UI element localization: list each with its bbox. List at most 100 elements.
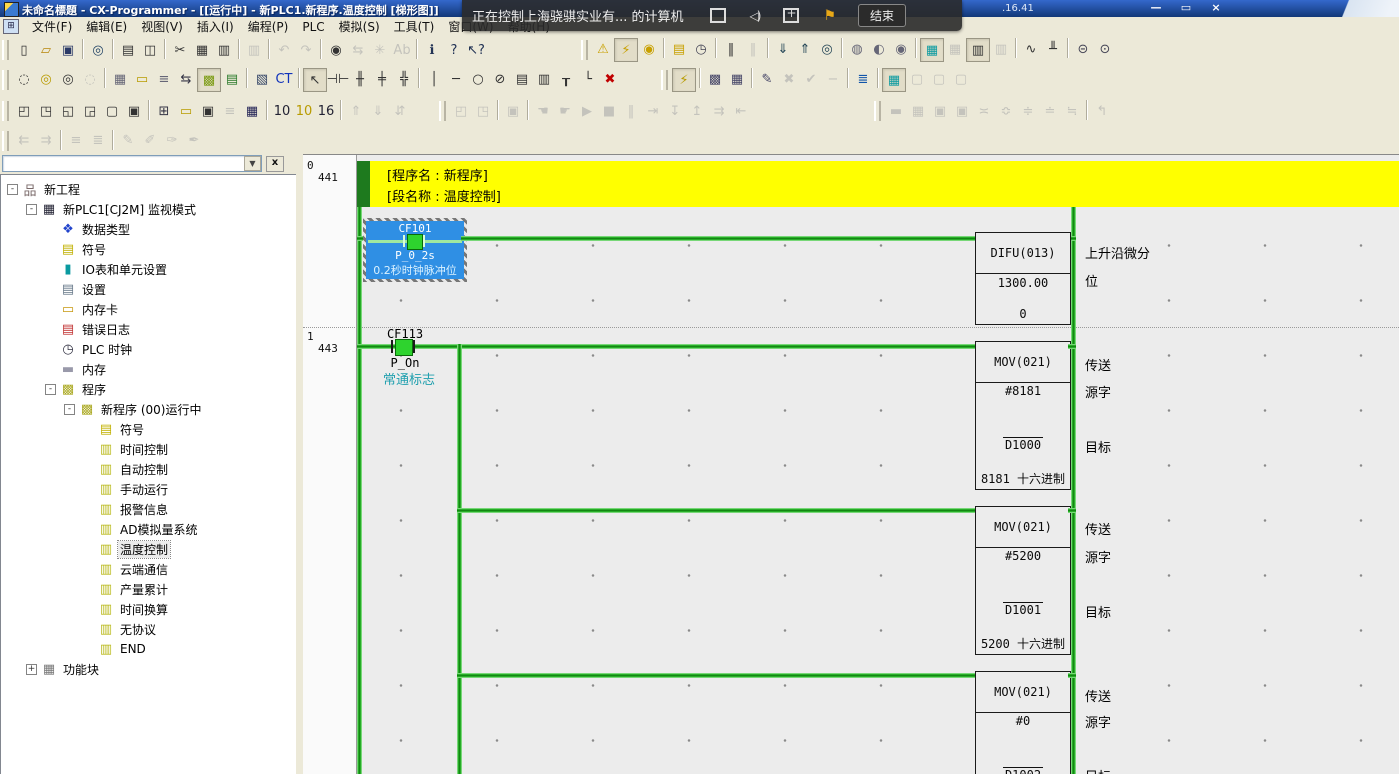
help-icon[interactable]: ? bbox=[443, 39, 465, 61]
upload-from-plc-icon[interactable]: ⇑ bbox=[794, 38, 816, 60]
tree-expander[interactable]: - bbox=[26, 204, 37, 215]
signed-decimal-monitor-icon[interactable]: 10 bbox=[293, 100, 315, 122]
watch-monitor-icon[interactable]: ▦ bbox=[882, 68, 906, 92]
tree-item-section-yield-total[interactable]: ▥ 产量累计 bbox=[1, 579, 297, 599]
pin-icon[interactable]: ⚑ bbox=[823, 8, 836, 24]
cut-icon[interactable]: ✂ bbox=[169, 39, 191, 61]
select-mode-icon[interactable]: ↖ bbox=[303, 68, 327, 92]
contact-cf113[interactable] bbox=[395, 339, 413, 356]
mode-run-icon[interactable]: ◉ bbox=[890, 38, 912, 60]
monitor-window-icon[interactable]: ▦ bbox=[920, 38, 944, 62]
print-icon[interactable]: ▤ bbox=[117, 39, 139, 61]
tree-item-function-blocks[interactable]: + ▦ 功能块 bbox=[1, 659, 297, 679]
new-or-contact-icon[interactable]: ╪ bbox=[371, 68, 393, 90]
cascade-window-icon[interactable]: ◰ bbox=[13, 100, 35, 122]
tree-item-project[interactable]: - 品 新工程 bbox=[1, 179, 297, 199]
watch-window-icon[interactable]: ▥ bbox=[966, 38, 990, 62]
print-report-icon[interactable]: ◎ bbox=[87, 39, 109, 61]
tree-item-plc[interactable]: - ▦ 新PLC1[CJ2M] 监视模式 bbox=[1, 199, 297, 219]
tree-item-section-time-convert[interactable]: ▥ 时间换算 bbox=[1, 599, 297, 619]
mnemonic-view-icon[interactable]: ▤ bbox=[221, 68, 243, 90]
tree-item-data-types[interactable]: ❖ 数据类型 bbox=[1, 219, 297, 239]
tree-expander[interactable]: - bbox=[45, 384, 56, 395]
cycle-time-icon[interactable]: ∿ bbox=[1020, 38, 1042, 60]
menu-insert[interactable]: 插入(I) bbox=[190, 19, 241, 35]
decimal-monitor-icon[interactable]: 10 bbox=[271, 100, 293, 122]
window-v-icon[interactable]: ◲ bbox=[79, 100, 101, 122]
io-compare-icon[interactable]: ⇆ bbox=[175, 68, 197, 90]
tree-expander[interactable]: - bbox=[64, 404, 75, 415]
mode-program-icon[interactable]: ◍ bbox=[846, 38, 868, 60]
begin-online-edit-icon[interactable]: ✎ bbox=[756, 68, 778, 90]
tree-item-section-cloud-comm[interactable]: ▥ 云端通信 bbox=[1, 559, 297, 579]
context-help-icon[interactable]: ↖? bbox=[465, 39, 487, 61]
tree-expander[interactable]: - bbox=[7, 184, 18, 195]
delete-line-icon[interactable]: ✖ bbox=[599, 68, 621, 90]
tree-item-io-table[interactable]: ▮ IO表和单元设置 bbox=[1, 259, 297, 279]
new-or-closed-contact-icon[interactable]: ╬ bbox=[393, 68, 415, 90]
instruction-mov-1[interactable]: MOV(021) #8181 D1000 8181 十六进制 bbox=[975, 341, 1071, 490]
memory-table-icon[interactable]: ▦ bbox=[241, 100, 263, 122]
open-project-icon[interactable]: ▱ bbox=[35, 39, 57, 61]
instruction-difu[interactable]: DIFU(013) 1300.00 0 bbox=[975, 232, 1071, 325]
grid-toggle-icon[interactable]: ▦ bbox=[109, 68, 131, 90]
menu-simulation[interactable]: 模拟(S) bbox=[332, 19, 387, 35]
find-check-icon[interactable]: ◉ bbox=[638, 38, 660, 60]
tree-item-section-no-protocol[interactable]: ▥ 无协议 bbox=[1, 619, 297, 639]
tree-item-settings[interactable]: ▤ 设置 bbox=[1, 279, 297, 299]
plc-device-icon[interactable]: ◷ bbox=[690, 38, 712, 60]
instruction-mov-3[interactable]: MOV(021) #0 D1002 bbox=[975, 671, 1071, 774]
tree-item-memory-card[interactable]: ▭ 内存卡 bbox=[1, 299, 297, 319]
new-closed-instruction-icon[interactable]: ▥ bbox=[533, 68, 555, 90]
minimize-icon[interactable]: — bbox=[1148, 2, 1164, 15]
instruction-mov-2[interactable]: MOV(021) #5200 D1001 5200 十六进制 bbox=[975, 506, 1071, 655]
rung-list-icon[interactable]: ▣ bbox=[197, 100, 219, 122]
tree-item-error-log[interactable]: ▤ 错误日志 bbox=[1, 319, 297, 339]
zoom-custom-icon[interactable]: ◎ bbox=[35, 68, 57, 90]
invert-instruction-icon[interactable]: ┰ bbox=[555, 68, 577, 90]
tree-item-symbols[interactable]: ▤ 符号 bbox=[1, 239, 297, 259]
rung-annotation-icon[interactable]: ≡ bbox=[153, 68, 175, 90]
new-file-icon[interactable]: ▯ bbox=[13, 39, 35, 61]
tree-item-section-alarm-info[interactable]: ▥ 报警信息 bbox=[1, 499, 297, 519]
menu-view[interactable]: 视图(V) bbox=[134, 19, 190, 35]
online-work-icon[interactable]: ⚡ bbox=[614, 38, 638, 62]
hex-monitor-icon[interactable]: 16 bbox=[315, 100, 337, 122]
horizontal-line-icon[interactable]: ─ bbox=[445, 68, 467, 90]
tree-item-new-program[interactable]: - ▩ 新程序 (00)运行中 bbox=[1, 399, 297, 419]
address-reference-icon[interactable]: ≣ bbox=[852, 68, 874, 90]
download-to-plc-icon[interactable]: ⇓ bbox=[772, 38, 794, 60]
tree-item-memory[interactable]: ▬ 内存 bbox=[1, 359, 297, 379]
end-remote-button[interactable]: 结束 bbox=[858, 4, 906, 27]
timer-refresh-icon[interactable]: ▦ bbox=[726, 68, 748, 90]
info-icon[interactable]: ℹ bbox=[421, 39, 443, 61]
vertical-line-icon[interactable]: │ bbox=[423, 68, 445, 90]
new-closed-coil-icon[interactable]: ⊘ bbox=[489, 68, 511, 90]
find-icon[interactable]: ◉ bbox=[325, 39, 347, 61]
tree-expander[interactable]: + bbox=[26, 664, 37, 675]
online-edit-icon[interactable]: ⚡ bbox=[672, 68, 696, 92]
set-protect-icon[interactable]: ⊝ bbox=[1072, 38, 1094, 60]
send-changes-icon[interactable]: ▩ bbox=[704, 68, 726, 90]
window-h-icon[interactable]: ◱ bbox=[57, 100, 79, 122]
pause-monitor-icon[interactable]: ‖ bbox=[720, 38, 742, 60]
menu-file[interactable]: 文件(F) bbox=[25, 19, 79, 35]
compare-with-plc-icon[interactable]: ◎ bbox=[816, 38, 838, 60]
menu-edit[interactable]: 编辑(E) bbox=[79, 19, 134, 35]
menu-plc[interactable]: PLC bbox=[295, 19, 331, 35]
save-icon[interactable]: ▣ bbox=[57, 39, 79, 61]
panel-splitter[interactable] bbox=[296, 154, 303, 774]
print-preview-icon[interactable]: ◫ bbox=[139, 39, 161, 61]
close-icon[interactable]: × bbox=[1208, 2, 1224, 15]
menu-program[interactable]: 编程(P) bbox=[241, 19, 296, 35]
profile-chart-icon[interactable]: ╨ bbox=[1042, 38, 1064, 60]
mode-monitor-icon[interactable]: ◐ bbox=[868, 38, 890, 60]
panel-close-icon[interactable]: x bbox=[266, 156, 284, 172]
fullscreen-icon[interactable] bbox=[710, 8, 726, 23]
restore-icon[interactable]: ▭ bbox=[1178, 2, 1194, 15]
ladder-view-icon[interactable]: ▩ bbox=[197, 68, 221, 92]
speaker-icon[interactable]: ◁) bbox=[750, 9, 760, 23]
contact-cf101-selected[interactable]: CF101 P_0_2s 0.2秒时钟脉冲位 bbox=[363, 218, 467, 282]
new-session-icon[interactable] bbox=[783, 8, 799, 23]
window-single-icon[interactable]: ▢ bbox=[101, 100, 123, 122]
